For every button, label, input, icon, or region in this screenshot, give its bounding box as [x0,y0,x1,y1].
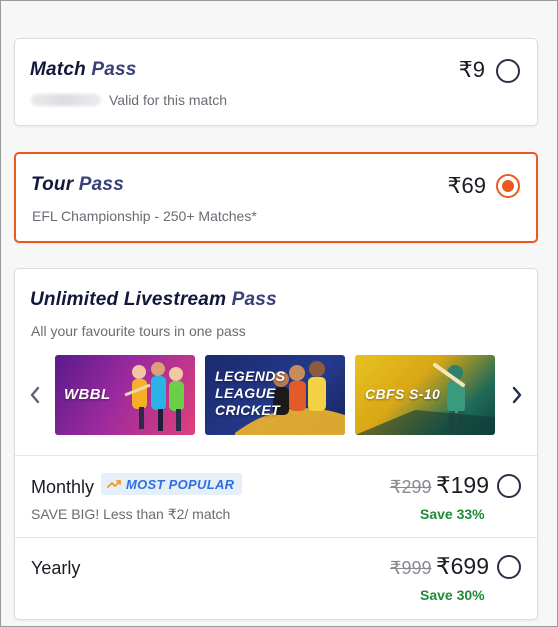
yearly-plan-name: Yearly [31,558,81,578]
match-pass-card[interactable]: Match Pass Valid for this match ₹9 [14,38,538,126]
carousel-prev-arrow-icon[interactable] [27,383,43,407]
most-popular-label: MOST POPULAR [126,476,235,492]
unlimited-pass-title: Unlimited Livestream Pass [30,289,277,311]
yearly-plan-row[interactable]: Yearly ₹999 ₹699 Save 30% [15,538,537,618]
blurred-price-note [31,94,101,106]
monthly-new-price: ₹199 [436,472,490,498]
most-popular-badge: MOST POPULAR [101,473,243,495]
monthly-plan-name: Monthly [31,477,95,497]
yearly-save-label: Save 30% [420,587,485,603]
unlimited-pass-title-bold: Unlimited Livestream [30,289,227,310]
tour-pass-title: Tour Pass [31,174,124,196]
tour-pass-radio[interactable] [496,174,520,198]
match-pass-title-light: Pass [91,59,137,80]
monthly-old-price: ₹299 [390,477,432,497]
carousel-next-arrow-icon[interactable] [509,383,525,407]
unlimited-pass-card: Unlimited Livestream Pass All your favou… [14,268,538,620]
match-pass-title: Match Pass [30,59,137,81]
tour-pass-card[interactable]: Tour Pass EFL Championship - 250+ Matche… [14,152,538,243]
tour-pass-title-bold: Tour [31,174,74,195]
legends-league-label-line3: CRICKET [215,402,281,418]
cbfs-banner[interactable]: CBFS S-10 [355,355,495,435]
tour-pass-subtitle: EFL Championship - 250+ Matches* [32,208,257,224]
monthly-save-label: Save 33% [420,506,485,522]
tour-pass-price: ₹69 [447,173,486,198]
yearly-plan-radio[interactable] [497,555,521,579]
trending-up-icon [107,480,121,488]
legends-league-label-line1: LEGENDS [215,368,286,384]
match-pass-title-bold: Match [30,59,86,80]
cbfs-banner-label: CBFS S-10 [365,386,441,402]
unlimited-pass-title-light: Pass [231,289,277,310]
tour-pass-title-light: Pass [78,174,124,195]
match-pass-radio[interactable] [496,59,520,83]
monthly-plan-description: SAVE BIG! Less than ₹2/ match [31,506,231,522]
wbbl-banner-label: WBBL [64,386,111,403]
legends-league-label-line2: LEAGUE [215,385,276,401]
monthly-plan-row[interactable]: Monthly MOST POPULAR SAVE BIG! Less than… [15,456,537,536]
wbbl-banner[interactable]: WBBL [55,355,195,435]
match-pass-price: ₹9 [458,57,485,82]
legends-league-banner[interactable]: LEGENDS LEAGUE CRICKET [205,355,345,435]
monthly-plan-radio[interactable] [497,474,521,498]
yearly-old-price: ₹999 [390,558,432,578]
yearly-new-price: ₹699 [436,553,490,579]
match-pass-subtitle: Valid for this match [109,92,228,108]
unlimited-pass-subtitle: All your favourite tours in one pass [31,323,246,339]
